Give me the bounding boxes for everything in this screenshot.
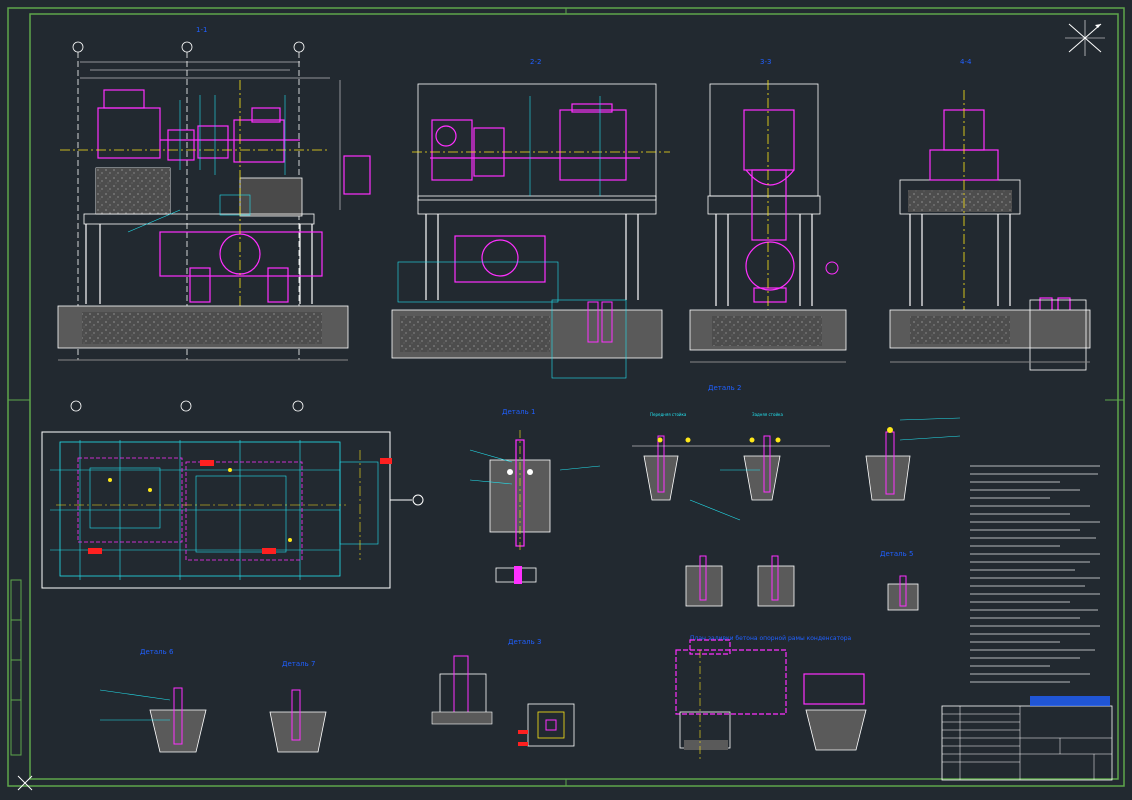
detail-4[interactable] [685,555,795,607]
detail-5[interactable]: Деталь 5 [880,550,919,611]
detail-5-title: Деталь 5 [880,550,913,558]
detail-2-title: Деталь 2 [708,384,741,392]
drawing-frame [7,7,1125,787]
ucs-axis-icon [17,775,33,791]
general-notes-block [970,465,1100,683]
view-3-3[interactable]: 3-3 [689,58,847,363]
detail-2[interactable]: Деталь 2 Передняя стойка Задняя стойка [632,384,830,521]
detail-6[interactable]: Деталь 6 [99,648,207,753]
view-1-1[interactable]: 1-1 [57,26,371,361]
detail-8-title: Деталь 3 [508,638,541,646]
plan-view[interactable] [41,400,424,589]
detail-8[interactable]: Деталь 3 [431,638,575,747]
view-4-4-title: 4-4 [960,58,972,66]
machine-end-view3 [743,109,795,303]
detail-6-title: Деталь 6 [140,648,174,656]
condenser-frame-detail[interactable]: План заливки бетона опорной рамы конденс… [675,635,867,760]
axis-bubbles-plan [70,400,304,412]
view-1-1-title: 1-1 [196,26,207,34]
condenser-note-title: План заливки бетона опорной рамы конденс… [690,635,852,642]
detail-3[interactable] [865,417,961,501]
view-3-3-title: 3-3 [760,58,771,66]
machine-turbine-view2 [430,103,640,283]
posts-rear-label: Задняя стойка [752,412,783,417]
machine-end-view4 [929,109,1071,339]
title-block [941,696,1113,781]
view-4-4[interactable]: 4-4 [889,58,1091,371]
north-arrow-icon [1065,20,1105,56]
view-2-2-title: 2-2 [530,58,541,66]
detail-7-title: Деталь 7 [282,660,315,668]
detail-7[interactable]: Деталь 7 [269,660,327,753]
detail-1-title: Деталь 1 [502,408,535,416]
view-2-2[interactable]: 2-2 [391,58,670,379]
detail-1[interactable]: Деталь 1 [469,408,601,584]
cad-drawing-canvas[interactable]: 1-1 2-2 3-3 4-4 Деталь 1 Деталь 2 Передн… [0,0,1132,800]
posts-front-label: Передняя стойка [650,412,687,417]
